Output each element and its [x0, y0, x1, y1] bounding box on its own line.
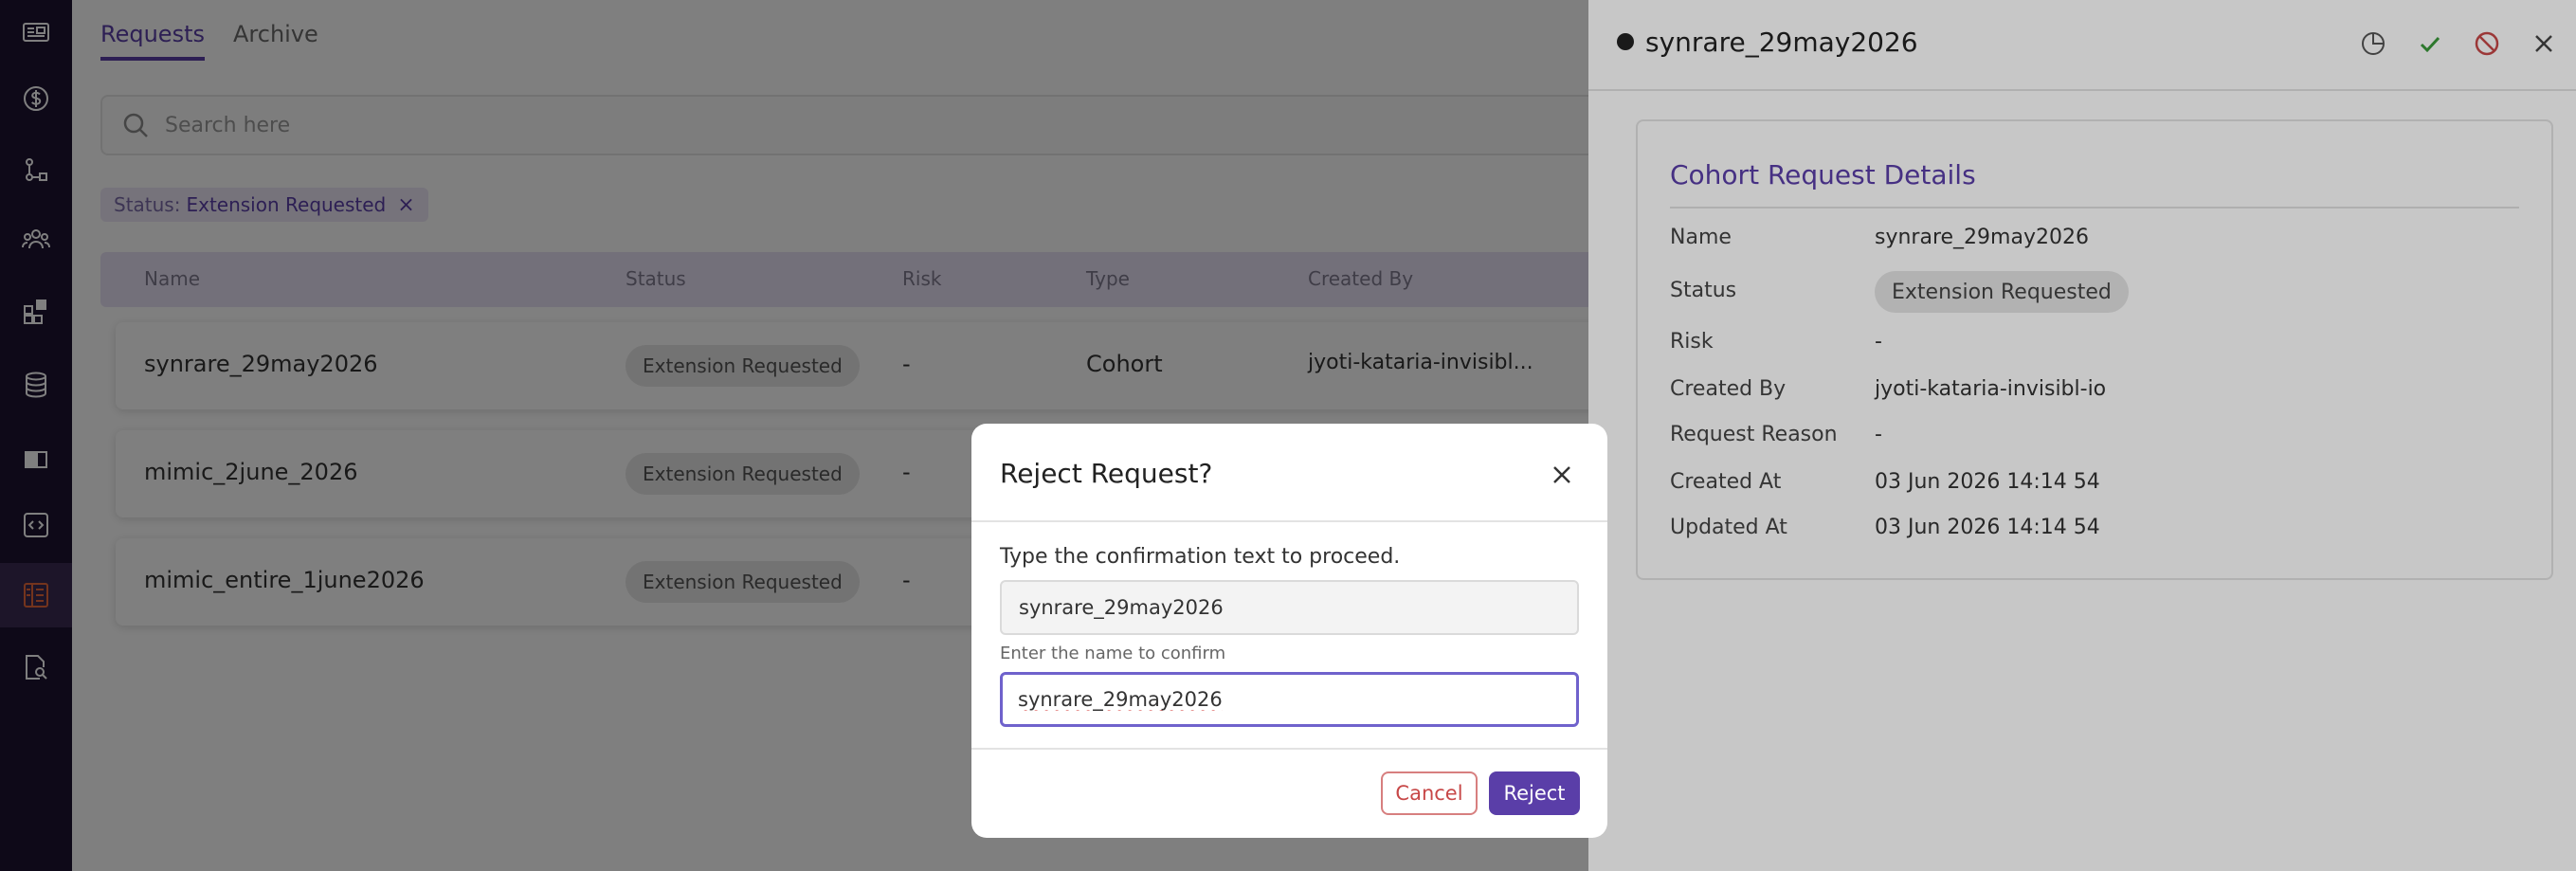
- modal-close-button[interactable]: [1545, 458, 1579, 492]
- close-icon: [1553, 466, 1570, 483]
- modal-prompt: Type the confirmation text to proceed.: [1000, 545, 1401, 569]
- cancel-button[interactable]: Cancel: [1381, 771, 1478, 815]
- reject-button[interactable]: Reject: [1489, 771, 1580, 815]
- confirm-name-input[interactable]: [1000, 672, 1579, 727]
- drawer-dim: [1588, 0, 2576, 871]
- reject-request-modal: Reject Request? Type the confirmation te…: [971, 424, 1607, 838]
- confirmation-text: synrare_29may2026: [1000, 580, 1579, 635]
- divider: [971, 520, 1607, 522]
- confirm-helper-text: Enter the name to confirm: [1000, 644, 1226, 663]
- divider: [971, 748, 1607, 750]
- modal-title: Reject Request?: [1000, 458, 1213, 489]
